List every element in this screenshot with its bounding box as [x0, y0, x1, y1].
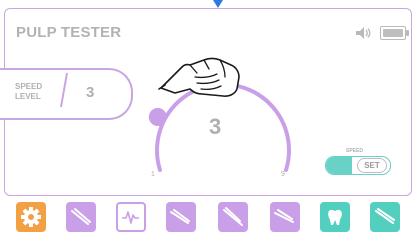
- tool-button-4[interactable]: [270, 202, 300, 232]
- dial-min-label: 1: [151, 171, 155, 178]
- set-button[interactable]: SET: [357, 158, 387, 173]
- dental-tool-icon: [375, 208, 395, 224]
- top-pointer-marker: [213, 0, 223, 8]
- speed-label-line1: SPEED: [15, 82, 43, 91]
- dial-max-label: 9: [281, 171, 285, 178]
- speed-level-label: SPEED LEVEL: [15, 82, 60, 102]
- bottom-toolbar: [0, 196, 412, 242]
- page-title: PULP TESTER: [16, 24, 122, 41]
- settings-button[interactable]: [16, 202, 46, 232]
- battery-icon: [380, 26, 409, 40]
- gear-icon: [21, 207, 41, 227]
- speed-level-value: 3: [86, 84, 95, 101]
- dial-knob[interactable]: [148, 108, 167, 126]
- tool-button-1[interactable]: [66, 202, 96, 232]
- dental-tool-icon: [223, 207, 243, 226]
- speed-toggle-caption: SPEED: [346, 148, 363, 154]
- tool-button-5[interactable]: [370, 202, 400, 232]
- pointing-hand-icon: [158, 57, 240, 97]
- tool-button-pulp-test[interactable]: [116, 202, 146, 232]
- dental-tool-icon: [71, 208, 91, 225]
- tooth-icon: [328, 209, 342, 225]
- tool-button-tooth[interactable]: [320, 202, 350, 232]
- speed-set-toggle[interactable]: SET: [325, 156, 391, 175]
- pulp-test-icon: [122, 211, 139, 224]
- tool-button-3[interactable]: [218, 202, 248, 232]
- speed-label-line2: LEVEL: [15, 92, 41, 101]
- dial-value: 3: [209, 114, 222, 139]
- speaker-icon[interactable]: [356, 27, 372, 39]
- toggle-knob: [326, 157, 352, 174]
- dental-tool-icon: [274, 209, 294, 223]
- tool-button-2[interactable]: [166, 202, 196, 232]
- dental-tool-icon: [170, 209, 190, 224]
